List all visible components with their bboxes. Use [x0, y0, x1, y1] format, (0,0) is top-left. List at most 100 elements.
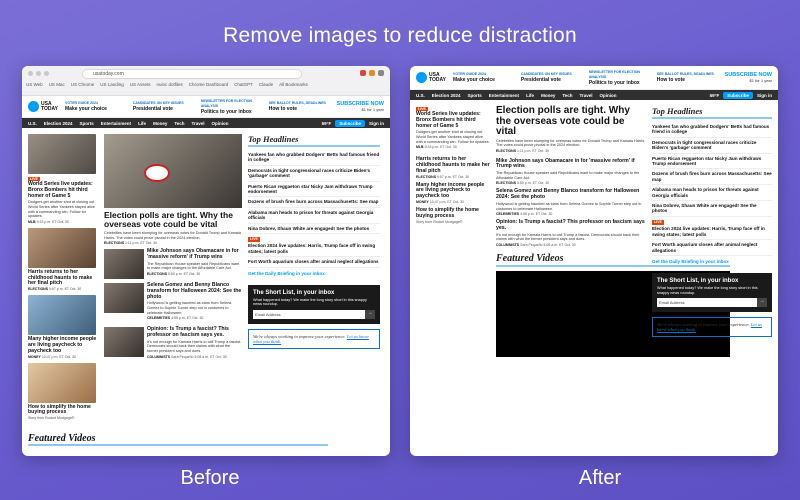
nav-subscribe-button[interactable]: Subscribe [723, 91, 753, 99]
nav-subscribe-button[interactable]: Subscribe [335, 119, 365, 127]
story-image[interactable] [104, 282, 144, 313]
headline-item[interactable]: Puerto Rican reggaeton star Nicky Jam wi… [248, 182, 380, 198]
story-title[interactable]: Selena Gomez and Benny Blanco transform … [496, 189, 646, 201]
promo[interactable]: CANDIDATES ON KEY ISSUES Presidential vot… [133, 101, 195, 112]
story-tag: ELECTIONS [147, 271, 168, 276]
daily-briefing-link[interactable]: Get the Daily Briefing in your inbox [248, 268, 380, 279]
hero-image[interactable] [104, 134, 242, 208]
headline-item[interactable]: LIVE Election 2024 live updates: Harris, … [652, 217, 772, 241]
headline-text: Election 2024 live updates: Harris, Trum… [248, 243, 376, 254]
bookmark[interactable]: US Web [26, 82, 43, 87]
bookmark[interactable]: nuinc dotfiles [157, 82, 183, 87]
subscribe-link[interactable]: SUBSCRIBE NOW $1 for 1 year [725, 72, 772, 84]
headline-item[interactable]: Alabama man heads to prison for threats … [652, 185, 772, 202]
story-title[interactable]: Selena Gomez and Benny Blanco transform … [147, 282, 242, 300]
promo[interactable]: NEWSLETTER FOR ELECTION ANALYSIS Politics… [589, 70, 651, 86]
headline-item[interactable]: Dozens of brush fires burn across Massac… [652, 169, 772, 186]
story-title[interactable]: Many higher income people are living pay… [28, 336, 98, 354]
nav-item[interactable]: Tech [174, 121, 184, 126]
story-image[interactable] [28, 134, 96, 174]
story-title[interactable]: Opinion: Is Trump a fascist? This profes… [496, 219, 646, 232]
story-image[interactable] [28, 362, 96, 403]
sign-in-link[interactable]: Sign in [369, 121, 384, 126]
subscribe-link[interactable]: SUBSCRIBE NOW $1 for 1 year [337, 101, 384, 113]
promo-kicker: NEWSLETTER FOR ELECTION ANALYSIS [200, 98, 252, 108]
story-title[interactable]: How to simplify the home buying process [416, 207, 490, 220]
story-meta: ELECTIONS 1:11 p.m. ET Oct. 30 [496, 149, 646, 153]
email-input[interactable]: Email Address [253, 309, 365, 319]
email-input[interactable]: Email Address [657, 298, 757, 308]
nav-item[interactable]: Opinion [212, 121, 229, 126]
story-title[interactable]: Many higher income people are living pay… [416, 182, 490, 200]
story-title[interactable]: Mike Johnson says Obamacare in for 'mass… [147, 248, 242, 261]
bookmark[interactable]: US Chrome [71, 82, 95, 87]
nav-item[interactable]: Sports [80, 121, 94, 126]
headline-item[interactable]: Democrats in tight congressional races c… [248, 166, 380, 182]
nav-item[interactable]: Opinion [600, 93, 617, 98]
bookmark[interactable]: US Landing [100, 82, 124, 87]
url-bar[interactable]: usatoday.com [82, 69, 302, 79]
story-image[interactable] [104, 327, 144, 358]
promo[interactable]: SEE BALLOT RULES, DEADLINES How to vote [657, 72, 719, 83]
headline-item[interactable]: Nina Dobrev, Shaun White are engaged! Se… [248, 224, 380, 235]
site-logo[interactable]: USA TODAY [416, 72, 447, 83]
promo[interactable]: VOTER GUIDE 2024 Make your choice [65, 101, 127, 112]
promo[interactable]: VOTER GUIDE 2024 Make your choice [453, 72, 515, 83]
story-title[interactable]: Harris returns to her childhood haunts t… [28, 269, 98, 287]
story-title[interactable]: Mike Johnson says Obamacare in for 'mass… [496, 158, 646, 171]
extension-icons[interactable] [360, 70, 384, 76]
nav-item[interactable]: Travel [580, 93, 593, 98]
weather[interactable]: 59°F [710, 93, 720, 98]
story-title[interactable]: World Series live updates: Bronx Bombers… [28, 181, 98, 199]
nav-item[interactable]: Money [541, 93, 555, 98]
bookmark[interactable]: All Bookmarks [279, 82, 308, 87]
headline-item[interactable]: Alabama man heads to prison for threats … [248, 208, 380, 224]
story-title[interactable]: World Series live updates: Bronx Bombers… [416, 111, 490, 129]
headline-item[interactable]: Puerto Rican reggaeton star Nicky Jam wi… [652, 154, 772, 170]
story-title[interactable]: Opinion: Is Trump a fascist? This profes… [147, 326, 242, 339]
email-submit-button[interactable]: → [757, 298, 767, 308]
bookmark[interactable]: US Assets [130, 82, 151, 87]
nav-item[interactable]: Sports [468, 93, 482, 98]
site-logo[interactable]: USA TODAY [28, 101, 59, 112]
story-title[interactable]: Harris returns to her childhood haunts t… [416, 156, 490, 174]
nav-item[interactable]: Entertainment [489, 93, 519, 98]
nav-item[interactable]: Money [153, 121, 167, 126]
promo-title: How to vote [268, 106, 298, 112]
nav-item[interactable]: Travel [192, 121, 205, 126]
headline-item[interactable]: Yankees fan who grabbed Dodgers' Betts h… [248, 150, 380, 166]
bookmark[interactable]: Chrome Dashboard [189, 82, 228, 87]
nav-item[interactable]: U.S. [416, 93, 425, 98]
bookmark[interactable]: ChatGPT [234, 82, 253, 87]
nav-item[interactable]: Tech [562, 93, 572, 98]
nav-item[interactable]: Election 2024 [44, 121, 73, 126]
headline-item[interactable]: LIVE Election 2024 live updates: Harris, … [248, 234, 380, 258]
window-controls[interactable] [28, 71, 49, 76]
nav-item[interactable]: Life [138, 121, 146, 126]
headline-item[interactable]: Nina Dobrev, Shaun White are engaged! Se… [652, 201, 772, 217]
story-image[interactable] [28, 295, 96, 336]
nav-item[interactable]: Election 2024 [432, 93, 461, 98]
email-submit-button[interactable]: → [365, 309, 375, 319]
story-image[interactable] [104, 249, 144, 280]
main-story-title[interactable]: Election polls are tight. Why the overse… [496, 105, 646, 138]
headline-item[interactable]: Fort Worth aquarium closes after animal … [652, 240, 772, 256]
promo[interactable]: NEWSLETTER FOR ELECTION ANALYSIS Politics… [201, 99, 263, 115]
weather[interactable]: 59°F [322, 121, 332, 126]
nav-item[interactable]: Life [526, 93, 534, 98]
headline-item[interactable]: Fort Worth aquarium closes after animal … [248, 257, 380, 268]
headline-item[interactable]: Dozens of brush fires burn across Massac… [248, 197, 380, 208]
nav-item[interactable]: Entertainment [101, 121, 131, 126]
bookmark[interactable]: US Mac [49, 82, 65, 87]
bookmark[interactable]: Claude [259, 82, 273, 87]
headline-item[interactable]: Yankees fan who grabbed Dodgers' Betts h… [652, 122, 772, 138]
main-story-title[interactable]: Election polls are tight. Why the overse… [104, 211, 242, 229]
promo[interactable]: SEE BALLOT RULES, DEADLINES How to vote [269, 101, 331, 112]
nav-item[interactable]: U.S. [28, 121, 37, 126]
story-image[interactable] [28, 227, 96, 268]
headline-item[interactable]: Democrats in tight congressional races c… [652, 138, 772, 154]
daily-briefing-link[interactable]: Get the Daily Briefing in your inbox [652, 256, 772, 267]
promo[interactable]: CANDIDATES ON KEY ISSUES Presidential vot… [521, 72, 583, 83]
sign-in-link[interactable]: Sign in [757, 93, 772, 98]
story-title[interactable]: How to simplify the home buying process [28, 404, 98, 417]
